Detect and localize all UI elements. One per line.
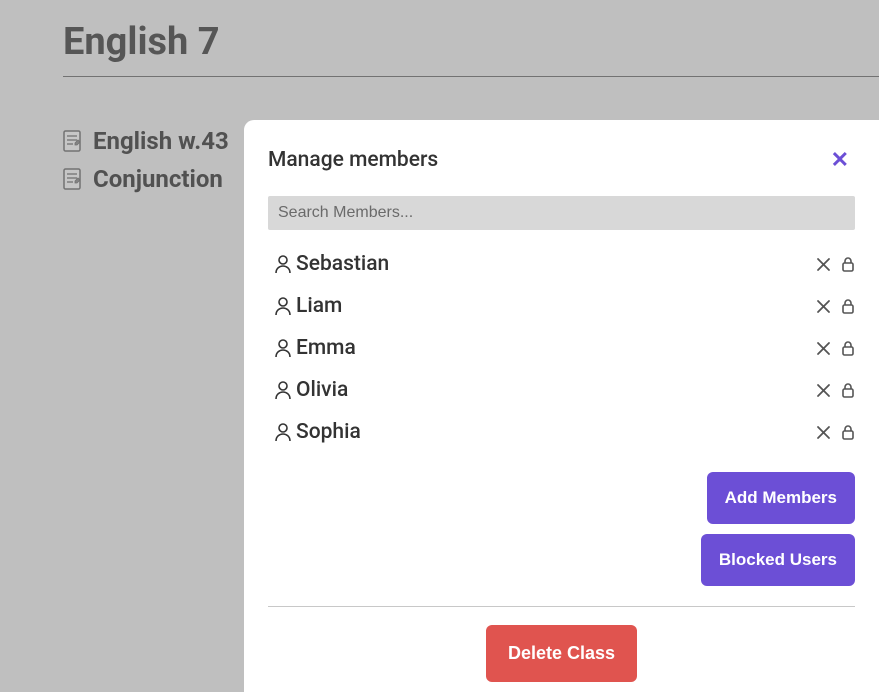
remove-member-button[interactable] bbox=[816, 341, 831, 356]
member-name: Sophia bbox=[296, 420, 361, 444]
lock-member-button[interactable] bbox=[841, 256, 855, 272]
user-icon bbox=[274, 296, 292, 316]
member-row: Sebastian bbox=[274, 252, 855, 276]
member-row: Liam bbox=[274, 294, 855, 318]
lock-member-button[interactable] bbox=[841, 298, 855, 314]
lock-member-button[interactable] bbox=[841, 382, 855, 398]
member-name: Olivia bbox=[296, 378, 348, 402]
user-icon bbox=[274, 380, 292, 400]
blocked-users-button[interactable]: Blocked Users bbox=[701, 534, 855, 586]
member-name: Liam bbox=[296, 294, 342, 318]
member-row: Emma bbox=[274, 336, 855, 360]
search-members-input[interactable] bbox=[268, 196, 855, 230]
user-icon bbox=[274, 338, 292, 358]
lock-member-button[interactable] bbox=[841, 340, 855, 356]
lock-member-button[interactable] bbox=[841, 424, 855, 440]
modal-divider bbox=[268, 606, 855, 607]
user-icon bbox=[274, 422, 292, 442]
manage-members-modal: Manage members ✕ Sebastian bbox=[244, 120, 879, 692]
modal-title: Manage members bbox=[268, 148, 438, 172]
remove-member-button[interactable] bbox=[816, 299, 831, 314]
close-icon: ✕ bbox=[831, 147, 849, 172]
close-button[interactable]: ✕ bbox=[825, 149, 855, 171]
remove-member-button[interactable] bbox=[816, 425, 831, 440]
member-row: Olivia bbox=[274, 378, 855, 402]
remove-member-button[interactable] bbox=[816, 257, 831, 272]
remove-member-button[interactable] bbox=[816, 383, 831, 398]
member-name: Emma bbox=[296, 336, 356, 360]
member-list: Sebastian bbox=[268, 252, 855, 444]
add-members-button[interactable]: Add Members bbox=[707, 472, 855, 524]
user-icon bbox=[274, 254, 292, 274]
delete-class-button[interactable]: Delete Class bbox=[486, 625, 637, 682]
member-row: Sophia bbox=[274, 420, 855, 444]
member-name: Sebastian bbox=[296, 252, 389, 276]
